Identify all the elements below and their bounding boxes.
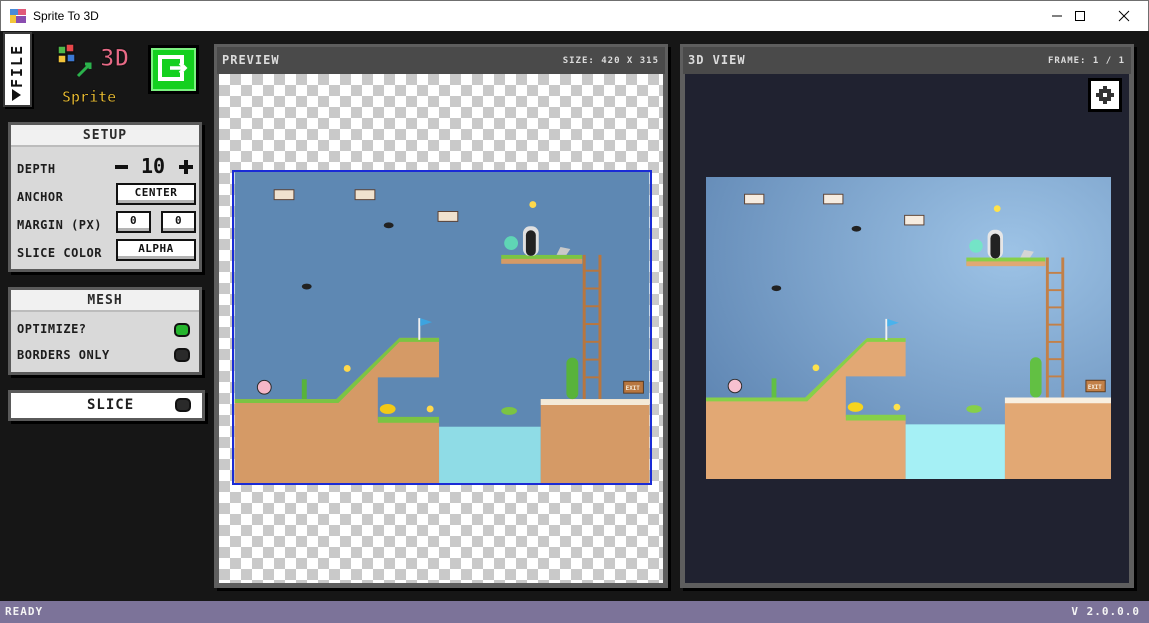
exit-sign-3d-text: EXIT — [1088, 385, 1102, 391]
viewport-settings-button[interactable] — [1088, 78, 1122, 112]
rubik-cube-icon — [57, 43, 76, 64]
mesh-title: MESH — [11, 290, 199, 312]
app-icon — [10, 9, 26, 23]
file-menu-tab[interactable]: FILE — [3, 32, 32, 107]
slice-color-label: SLICE COLOR — [17, 246, 102, 260]
anchor-select[interactable]: CENTER — [116, 183, 196, 205]
3d-rendered-mesh: EXIT — [706, 177, 1111, 479]
logo-3d-text: 3D — [100, 44, 128, 72]
maximize-button[interactable] — [1057, 1, 1103, 31]
3d-view-header: 3D VIEW FRAME: 1 / 1 — [683, 47, 1131, 74]
3d-viewport[interactable]: EXIT — [685, 74, 1129, 583]
setup-panel: SETUP DEPTH 10 ANCHOR CENTER MARGIN (PX)… — [8, 122, 202, 272]
3d-view-panel: 3D VIEW FRAME: 1 / 1 EXIT — [680, 44, 1134, 588]
margin-x-input[interactable]: 0 — [116, 211, 151, 233]
maximize-icon — [1075, 11, 1085, 21]
exit-sign-text: EXIT — [626, 386, 641, 392]
margin-label: MARGIN (PX) — [17, 218, 102, 232]
anchor-label: ANCHOR — [17, 190, 64, 204]
depth-increase-button[interactable] — [179, 160, 193, 174]
close-icon — [1118, 10, 1130, 22]
file-tab-label: FILE — [8, 43, 26, 88]
depth-decrease-button[interactable] — [115, 165, 128, 169]
export-icon — [158, 55, 188, 81]
gear-icon — [1096, 86, 1114, 104]
slice-button[interactable]: SLICE — [8, 390, 205, 421]
preview-sprite-image: EXIT — [232, 170, 652, 485]
title-bar: Sprite To 3D — [0, 0, 1149, 31]
expand-arrow-icon — [12, 89, 21, 101]
version-text: V 2.0.0.0 — [1071, 605, 1140, 618]
3d-view-title: 3D VIEW — [688, 53, 746, 67]
preview-title: PREVIEW — [222, 53, 280, 67]
status-text: READY — [5, 605, 44, 618]
preview-canvas[interactable]: EXIT — [219, 74, 663, 583]
margin-y-input[interactable]: 0 — [161, 211, 196, 233]
logo-arrow-icon — [76, 62, 92, 78]
setup-title: SETUP — [11, 125, 199, 147]
preview-header: PREVIEW SIZE: 420 X 315 — [217, 47, 665, 74]
frame-info: FRAME: 1 / 1 — [1047, 56, 1125, 66]
preview-size-info: SIZE: 420 X 315 — [562, 56, 659, 66]
app-logo: 3D Sprite — [57, 43, 128, 106]
close-button[interactable] — [1101, 1, 1147, 31]
preview-panel: PREVIEW SIZE: 420 X 315 EXIT — [214, 44, 668, 588]
export-button[interactable] — [148, 45, 199, 94]
optimize-toggle[interactable] — [174, 323, 190, 337]
depth-value: 10 — [141, 154, 166, 178]
borders-only-label: BORDERS ONLY — [17, 348, 110, 362]
window-title: Sprite To 3D — [33, 9, 99, 23]
optimize-label: OPTIMIZE? — [17, 322, 87, 336]
borders-only-toggle[interactable] — [174, 348, 190, 362]
slice-status-indicator — [175, 398, 191, 412]
status-bar: READY V 2.0.0.0 — [0, 601, 1149, 623]
slice-color-select[interactable]: ALPHA — [116, 239, 196, 261]
depth-label: DEPTH — [17, 162, 56, 176]
mesh-panel: MESH OPTIMIZE? BORDERS ONLY — [8, 287, 202, 375]
slice-label: SLICE — [87, 397, 135, 413]
logo-sprite-text: Sprite — [62, 88, 116, 106]
